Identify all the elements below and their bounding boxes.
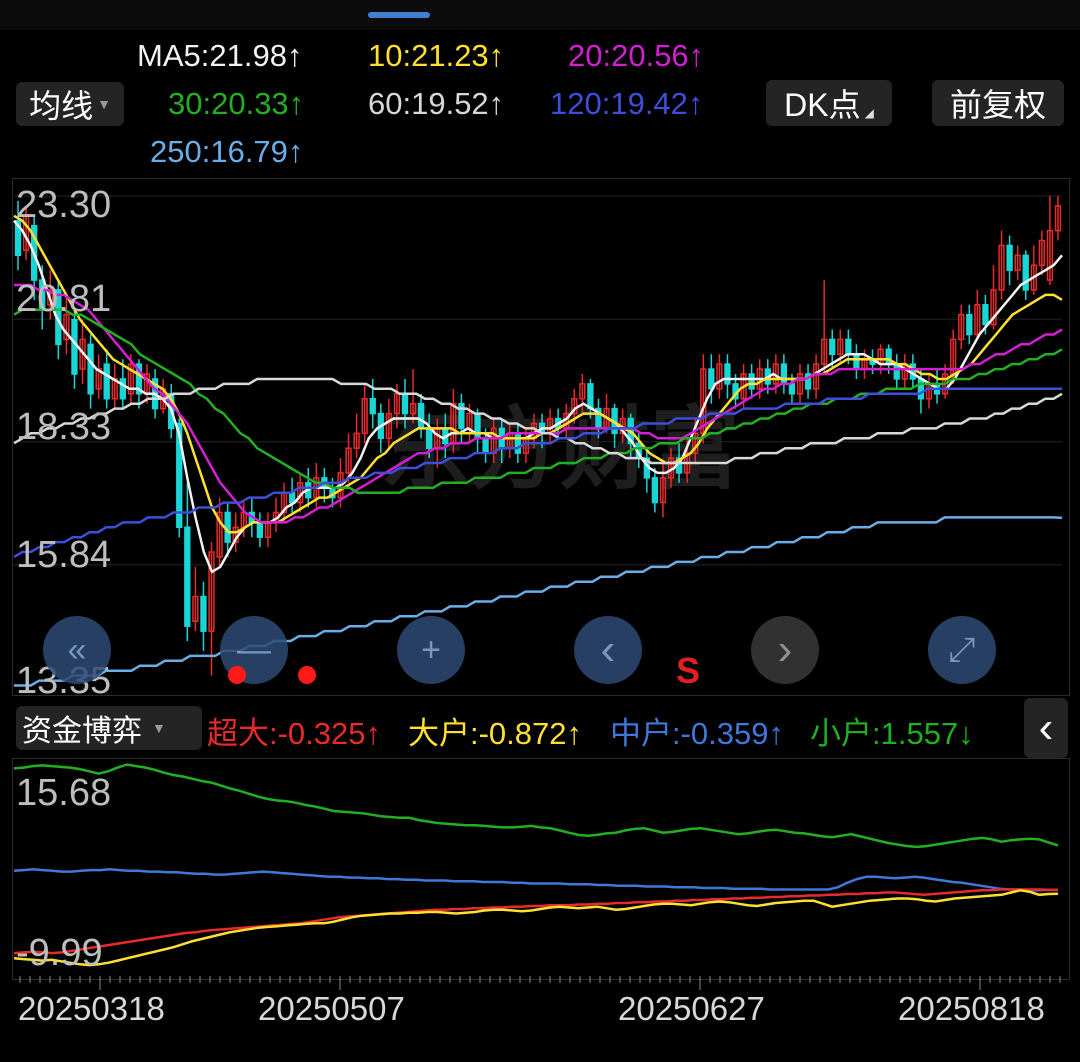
fund-line-中户	[13, 868, 1059, 892]
fund-y-tick-0: 15.68	[16, 772, 112, 814]
x-label-2: 20250627	[618, 990, 765, 1027]
x-label-1: 20250507	[258, 990, 405, 1027]
fund-y-tick-1: -9.99	[16, 932, 103, 974]
x-label-0: 20250318	[18, 990, 165, 1027]
fund-line-大户	[13, 889, 1059, 967]
fund-line-小户	[13, 763, 1059, 849]
x-label-3: 20250818	[898, 990, 1045, 1027]
fund-chart[interactable]	[0, 0, 1080, 1062]
